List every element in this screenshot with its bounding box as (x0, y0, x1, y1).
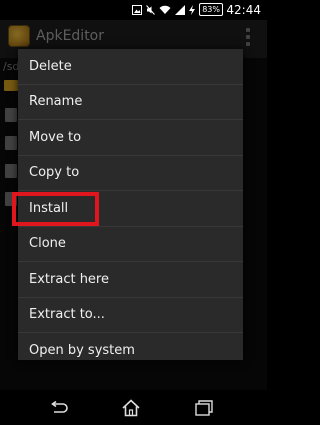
status-bar: 83% 42:44 (0, 0, 267, 20)
clock: 42:44 (226, 3, 261, 17)
menu-item-extract-here[interactable]: Extract here (18, 262, 243, 298)
charging-icon (189, 4, 196, 15)
mute-icon (146, 4, 156, 15)
back-icon[interactable] (47, 398, 69, 418)
menu-item-clone[interactable]: Clone (18, 227, 243, 262)
signal-icon (175, 4, 186, 15)
menu-item-copy-to[interactable]: Copy to (18, 156, 243, 191)
menu-item-move-to[interactable]: Move to (18, 120, 243, 156)
menu-item-extract-to[interactable]: Extract to... (18, 298, 243, 333)
recents-icon[interactable] (193, 398, 215, 418)
menu-item-delete[interactable]: Delete (18, 49, 243, 85)
home-icon[interactable] (120, 398, 142, 418)
status-icons: 83% (132, 3, 223, 16)
image-notification-icon (132, 4, 143, 15)
battery-indicator: 83% (199, 3, 223, 16)
navigation-bar (0, 390, 267, 425)
highlight-box (12, 192, 99, 226)
wifi-icon (159, 5, 171, 14)
menu-item-open-by-system[interactable]: Open by system (18, 333, 243, 369)
menu-item-rename[interactable]: Rename (18, 85, 243, 120)
